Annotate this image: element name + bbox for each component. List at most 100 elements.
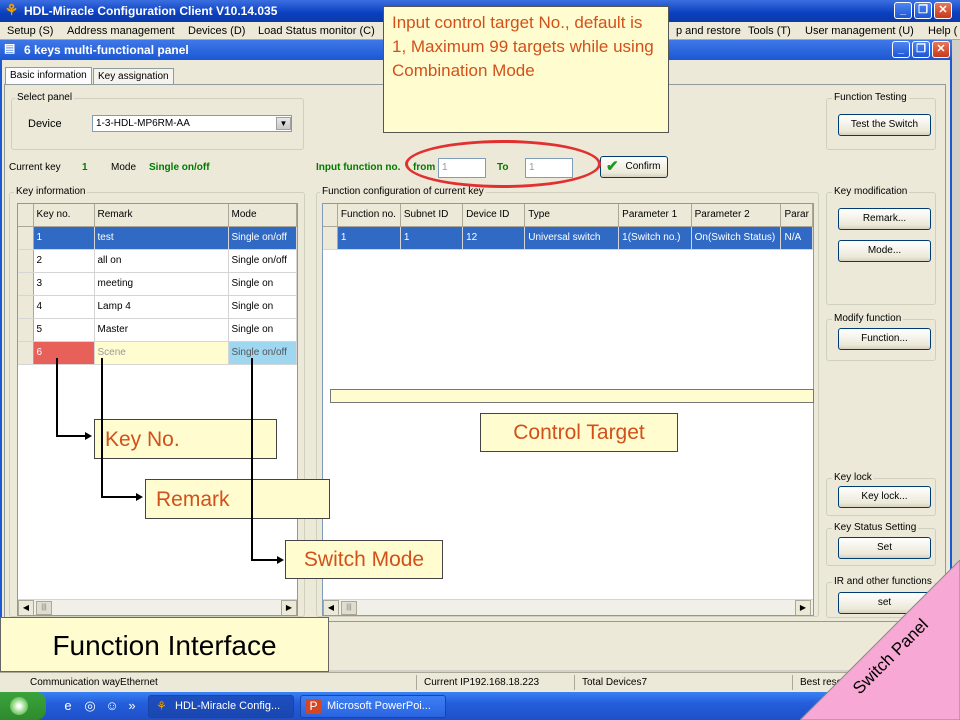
cell-key-no[interactable]: 2 xyxy=(33,249,95,273)
col-header-mode[interactable]: Mode xyxy=(228,204,297,227)
scroll-right-icon[interactable]: ▶ xyxy=(281,600,297,615)
cell-mode[interactable]: Single on xyxy=(228,272,297,296)
device-select[interactable]: 1-3-HDL-MP6RM-AA xyxy=(92,115,292,132)
table-row[interactable]: 4 Lamp 4 Single on xyxy=(18,295,297,319)
menu-devices[interactable]: Devices (D) xyxy=(188,25,245,37)
scroll-thumb[interactable]: ||| xyxy=(341,601,357,615)
key-status-set-button[interactable]: Set xyxy=(838,537,931,559)
row-header[interactable] xyxy=(18,272,34,296)
start-button[interactable] xyxy=(0,692,46,720)
menu-address-management[interactable]: Address management xyxy=(67,25,175,37)
connector-line xyxy=(251,559,278,561)
panel-minimize-icon[interactable]: _ xyxy=(892,41,910,58)
chevron-down-icon[interactable]: ▼ xyxy=(276,117,291,130)
cell-type[interactable]: Universal switch xyxy=(524,226,620,250)
remark-button[interactable]: Remark... xyxy=(838,208,931,230)
row-header[interactable] xyxy=(18,341,34,365)
taskbar-item-hdl-miracle[interactable]: ⚘ HDL-Miracle Config... xyxy=(148,695,294,718)
ie-icon[interactable]: e xyxy=(60,698,76,714)
key-lock-button[interactable]: Key lock... xyxy=(838,486,931,508)
cell-remark[interactable]: meeting xyxy=(94,272,229,296)
cell-remark-highlight[interactable]: Scene xyxy=(94,341,229,365)
cell-remark[interactable]: test xyxy=(94,226,229,250)
table-row[interactable]: 3 meeting Single on xyxy=(18,272,297,296)
row-header[interactable] xyxy=(18,249,34,273)
cell-key-no[interactable]: 1 xyxy=(33,226,95,250)
cell-remark[interactable]: all on xyxy=(94,249,229,273)
table-row[interactable]: 6 Scene Single on/off xyxy=(18,341,297,365)
col-header-parameter-1[interactable]: Parameter 1 xyxy=(618,204,692,227)
col-header-device-id[interactable]: Device ID xyxy=(462,204,526,227)
highlight-ellipse xyxy=(405,140,601,188)
qq-icon[interactable]: ☺ xyxy=(104,698,120,714)
table-row[interactable]: 1 test Single on/off xyxy=(18,226,297,250)
cell-key-no[interactable]: 3 xyxy=(33,272,95,296)
menu-backup-restore[interactable]: p and restore xyxy=(676,25,741,37)
cell-parameter-3[interactable]: N/A xyxy=(780,226,813,250)
tab-basic-information[interactable]: Basic information xyxy=(5,67,92,85)
col-header-parameter-2[interactable]: Parameter 2 xyxy=(691,204,782,227)
menu-user-management[interactable]: User management (U) xyxy=(805,25,914,37)
confirm-button[interactable]: ✔ Confirm xyxy=(600,156,668,178)
browser-icon[interactable]: ◎ xyxy=(82,698,98,714)
table-row[interactable]: 1 1 12 Universal switch 1(Switch no.) On… xyxy=(323,226,813,250)
row-header[interactable] xyxy=(323,226,338,250)
menu-help[interactable]: Help ( xyxy=(928,25,957,37)
key-grid-h-scrollbar[interactable]: ◀ ||| ▶ xyxy=(18,599,297,615)
col-header-function-no[interactable]: Function no. xyxy=(337,204,401,227)
mode-button[interactable]: Mode... xyxy=(838,240,931,262)
cell-subnet-id[interactable]: 1 xyxy=(400,226,464,250)
function-button[interactable]: Function... xyxy=(838,328,931,350)
cell-device-id[interactable]: 12 xyxy=(462,226,526,250)
table-row[interactable]: 2 all on Single on/off xyxy=(18,249,297,273)
status-total-devices: Total Devices7 xyxy=(582,677,648,688)
show-more-icon[interactable]: » xyxy=(124,698,140,714)
mode-label: Mode xyxy=(111,162,137,173)
function-grid-h-scrollbar[interactable]: ◀ ||| ▶ xyxy=(323,599,813,615)
connector-line xyxy=(56,358,58,436)
minimize-icon[interactable]: _ xyxy=(894,2,912,19)
row-header[interactable] xyxy=(18,318,34,342)
cell-function-no[interactable]: 1 xyxy=(337,226,401,250)
mode-value: Single on/off xyxy=(149,162,210,173)
taskbar-item-powerpoint[interactable]: P Microsoft PowerPoi... xyxy=(300,695,446,718)
panel-restore-icon[interactable]: ❐ xyxy=(912,41,930,58)
cell-mode[interactable]: Single on/off xyxy=(228,226,297,250)
close-icon[interactable]: ✕ xyxy=(934,2,952,19)
key-no-callout: Key No. xyxy=(94,419,277,459)
arrow-right-icon xyxy=(136,493,143,501)
restore-icon[interactable]: ❐ xyxy=(914,2,932,19)
cell-key-no[interactable]: 4 xyxy=(33,295,95,319)
col-header-remark[interactable]: Remark xyxy=(94,204,229,227)
cell-mode[interactable]: Single on xyxy=(228,318,297,342)
col-header-key-no[interactable]: Key no. xyxy=(33,204,95,227)
col-header-parameter-3[interactable]: Parar xyxy=(780,204,813,227)
scroll-thumb[interactable]: ||| xyxy=(36,601,52,615)
cell-mode-highlight[interactable]: Single on/off xyxy=(228,341,297,365)
cell-parameter-2[interactable]: On(Switch Status) xyxy=(691,226,782,250)
test-switch-button[interactable]: Test the Switch xyxy=(838,114,931,136)
key-information-grid[interactable]: Key no. Remark Mode 1 test Single on/off… xyxy=(17,203,298,616)
cell-mode[interactable]: Single on/off xyxy=(228,249,297,273)
col-header-type[interactable]: Type xyxy=(524,204,620,227)
cell-remark[interactable]: Master xyxy=(94,318,229,342)
panel-close-icon[interactable]: ✕ xyxy=(932,41,950,58)
tab-key-assignation[interactable]: Key assignation xyxy=(93,68,174,85)
status-divider xyxy=(416,675,417,690)
cell-key-no-highlight[interactable]: 6 xyxy=(33,341,95,365)
cell-parameter-1[interactable]: 1(Switch no.) xyxy=(618,226,692,250)
window-icon: ▤ xyxy=(4,41,16,55)
menu-tools[interactable]: Tools (T) xyxy=(748,25,791,37)
scroll-left-icon[interactable]: ◀ xyxy=(18,600,34,615)
cell-key-no[interactable]: 5 xyxy=(33,318,95,342)
cell-remark[interactable]: Lamp 4 xyxy=(94,295,229,319)
cell-mode[interactable]: Single on xyxy=(228,295,297,319)
menu-load-status-monitor[interactable]: Load Status monitor (C) xyxy=(258,25,375,37)
table-row[interactable]: 5 Master Single on xyxy=(18,318,297,342)
row-header[interactable] xyxy=(18,295,34,319)
menu-setup[interactable]: Setup (S) xyxy=(7,25,53,37)
row-header[interactable] xyxy=(18,226,34,250)
col-header-subnet-id[interactable]: Subnet ID xyxy=(400,204,464,227)
remark-callout: Remark xyxy=(145,479,330,519)
scroll-left-icon[interactable]: ◀ xyxy=(323,600,339,615)
